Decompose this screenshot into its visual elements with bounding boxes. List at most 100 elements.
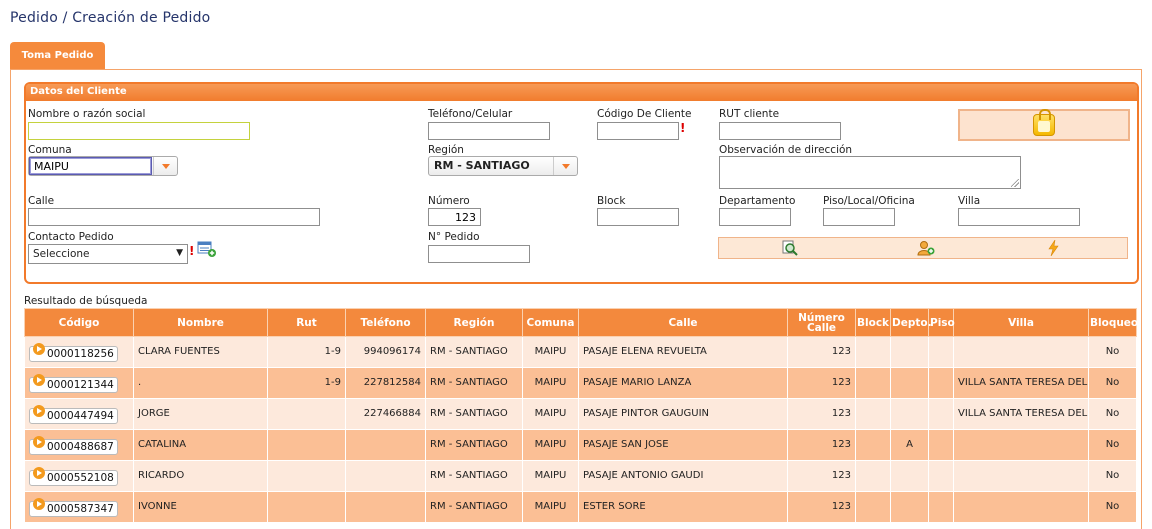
tab-toma-pedido[interactable]: Toma Pedido bbox=[10, 42, 105, 69]
block-input[interactable] bbox=[597, 208, 679, 226]
comuna-combo[interactable] bbox=[28, 156, 178, 176]
region-value: RM - SANTIAGO bbox=[434, 159, 530, 172]
cell-text: 227812584 bbox=[363, 377, 421, 388]
cell-block bbox=[855, 460, 891, 492]
add-user-icon[interactable] bbox=[917, 240, 935, 256]
column-header-depto[interactable]: Depto. bbox=[890, 308, 932, 337]
block-label: Block bbox=[597, 195, 626, 207]
select-client-button[interactable]: 0000118256 bbox=[29, 342, 118, 362]
cell-depto bbox=[890, 491, 929, 523]
telefono-label: Teléfono/Celular bbox=[428, 108, 513, 120]
select-client-button[interactable]: 0000447494 bbox=[29, 404, 118, 424]
column-header-rut[interactable]: Rut bbox=[267, 308, 346, 337]
resize-grip-icon[interactable] bbox=[1011, 179, 1019, 187]
select-client-button[interactable]: 0000587347 bbox=[29, 497, 118, 517]
cell-nombre: JORGE bbox=[133, 398, 268, 430]
add-contact-icon[interactable] bbox=[197, 240, 217, 258]
column-header-nombre[interactable]: Nombre bbox=[133, 308, 268, 337]
cell-block bbox=[855, 429, 891, 461]
lock-button[interactable] bbox=[958, 109, 1130, 141]
cell-text: MAIPU bbox=[534, 346, 567, 357]
codigo-cliente-label: Código De Cliente bbox=[597, 108, 692, 120]
cell-codigo: 0000118256 bbox=[24, 336, 134, 368]
cell-bloqueo: No bbox=[1088, 460, 1137, 492]
numero-input[interactable] bbox=[428, 208, 481, 226]
contacto-select[interactable]: Seleccione ▼ bbox=[28, 244, 188, 264]
client-code: 0000121344 bbox=[47, 378, 114, 391]
table-header-row: Código Nombre Rut Teléfono Región Comuna… bbox=[24, 308, 1138, 337]
npedido-input[interactable] bbox=[428, 245, 530, 263]
select-client-button[interactable]: 0000552108 bbox=[29, 466, 118, 486]
nombre-input[interactable] bbox=[28, 122, 250, 140]
chevron-down-icon[interactable] bbox=[153, 157, 177, 175]
table-row[interactable]: 0000587347 IVONNE RM - SANTIAGO MAIPU ESTER … bbox=[24, 491, 1137, 523]
cell-villa bbox=[953, 491, 1089, 523]
villa-input[interactable] bbox=[958, 208, 1080, 226]
column-header-telefono[interactable]: Teléfono bbox=[345, 308, 426, 337]
cell-bloqueo: No bbox=[1088, 336, 1137, 368]
cell-comuna: MAIPU bbox=[522, 398, 579, 430]
table-row[interactable]: 0000121344. 1-9 227812584 RM - SANTIAGO MAIP… bbox=[24, 367, 1137, 399]
cell-text: JORGE bbox=[138, 408, 170, 419]
table-row[interactable]: 0000552108 RICARDO RM - SANTIAGO MAIPU PASAJ… bbox=[24, 460, 1137, 492]
cell-text: 1-9 bbox=[324, 346, 341, 357]
cell-telefono bbox=[345, 491, 426, 523]
observacion-textarea[interactable] bbox=[719, 156, 1021, 189]
table-row[interactable]: 0000488687 CATALINA RM - SANTIAGO MAIPU PASA… bbox=[24, 429, 1137, 461]
cell-block bbox=[855, 398, 891, 430]
cell-calle: PASAJE ANTONIO GAUDI bbox=[578, 460, 788, 492]
cell-numero-calle: 123 bbox=[787, 367, 856, 399]
cell-bloqueo: No bbox=[1088, 367, 1137, 399]
observacion-label: Observación de dirección bbox=[719, 144, 853, 156]
cell-rut bbox=[267, 398, 346, 430]
nombre-label: Nombre o razón social bbox=[28, 108, 146, 120]
column-header-comuna[interactable]: Comuna bbox=[522, 308, 579, 337]
required-mark: ! bbox=[189, 244, 195, 258]
table-row[interactable]: 0000447494 JORGE 227466884 RM - SANTIAGO MAI… bbox=[24, 398, 1137, 430]
column-header-piso[interactable]: Piso bbox=[928, 308, 955, 337]
chevron-down-icon[interactable] bbox=[553, 157, 577, 175]
cell-piso bbox=[928, 429, 954, 461]
cell-villa bbox=[953, 460, 1089, 492]
column-header-codigo[interactable]: Código bbox=[24, 308, 134, 337]
cell-text: PASAJE PINTOR GAUGUIN bbox=[583, 408, 710, 419]
villa-label: Villa bbox=[958, 195, 981, 207]
cell-text: No bbox=[1105, 470, 1120, 481]
region-select[interactable]: RM - SANTIAGO bbox=[428, 156, 578, 176]
column-header-region[interactable]: Región bbox=[425, 308, 523, 337]
cell-text: RM - SANTIAGO bbox=[430, 470, 508, 481]
piso-input[interactable] bbox=[823, 208, 895, 226]
comuna-input[interactable] bbox=[29, 157, 152, 175]
cell-nombre: RICARDO bbox=[133, 460, 268, 492]
cell-text: MAIPU bbox=[534, 470, 567, 481]
rut-input[interactable] bbox=[719, 122, 841, 140]
cell-numero-calle: 123 bbox=[787, 429, 856, 461]
cell-piso bbox=[928, 460, 954, 492]
search-client-icon[interactable] bbox=[781, 240, 799, 256]
cell-text: IVONNE bbox=[138, 501, 177, 512]
cell-comuna: MAIPU bbox=[522, 336, 579, 368]
cell-villa bbox=[953, 336, 1089, 368]
column-header-villa[interactable]: Villa bbox=[953, 308, 1089, 337]
rut-label: RUT cliente bbox=[719, 108, 780, 120]
select-client-button[interactable]: 0000121344 bbox=[29, 373, 118, 393]
cell-piso bbox=[928, 491, 954, 523]
calle-input[interactable] bbox=[28, 208, 320, 226]
departamento-input[interactable] bbox=[719, 208, 791, 226]
table-row[interactable]: 0000118256 CLARA FUENTES 1-9 994096174 RM - … bbox=[24, 336, 1137, 368]
column-header-numero-calle[interactable]: Número Calle bbox=[787, 308, 856, 337]
cell-text: CATALINA bbox=[138, 439, 187, 450]
telefono-input[interactable] bbox=[428, 122, 550, 140]
cell-text: 123 bbox=[831, 408, 851, 419]
column-header-block[interactable]: Block bbox=[855, 308, 891, 337]
column-header-calle[interactable]: Calle bbox=[578, 308, 788, 337]
column-header-bloqueo[interactable]: Bloqueo bbox=[1088, 308, 1138, 337]
cell-text: RICARDO bbox=[138, 470, 185, 481]
cell-codigo: 0000121344 bbox=[24, 367, 134, 399]
select-client-button[interactable]: 0000488687 bbox=[29, 435, 118, 455]
region-label: Región bbox=[428, 144, 464, 156]
codigo-cliente-input[interactable] bbox=[597, 122, 679, 140]
cell-text: PASAJE MARIO LANZA bbox=[583, 377, 692, 388]
cell-text: A bbox=[906, 439, 913, 450]
lightning-icon[interactable] bbox=[1045, 240, 1063, 256]
